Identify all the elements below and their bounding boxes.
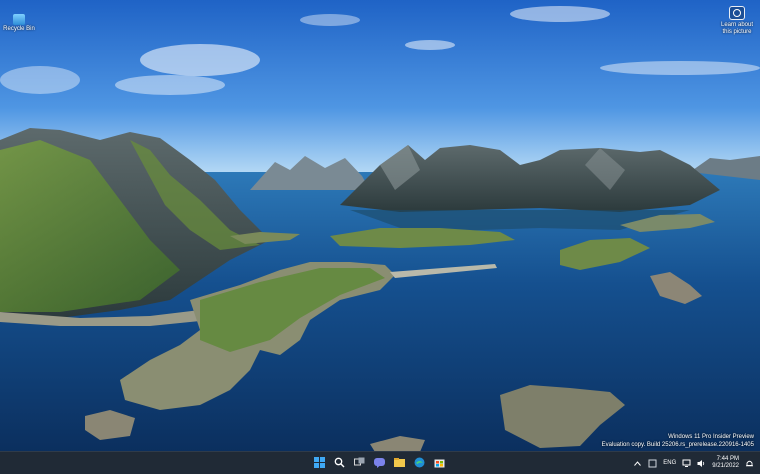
network-icon <box>682 459 691 467</box>
store-button[interactable] <box>432 455 446 469</box>
tray-overflow-button[interactable] <box>633 459 642 468</box>
edge-button[interactable] <box>412 455 426 469</box>
learn-about-picture-widget[interactable]: Learn about this picture <box>718 6 756 36</box>
notifications-button[interactable] <box>745 459 754 468</box>
taskbar: ENG 7:44 PM 9/21/2022 <box>0 451 760 474</box>
microsoft-store-icon <box>434 459 444 467</box>
learn-widget-line2: this picture <box>722 29 752 35</box>
chat-button[interactable] <box>372 455 386 469</box>
edge-browser-icon <box>414 457 424 467</box>
search-icon <box>334 457 344 467</box>
learn-widget-line1: Learn about <box>720 22 754 28</box>
clock[interactable]: 7:44 PM 9/21/2022 <box>712 456 739 470</box>
tray-app-button[interactable] <box>648 459 657 468</box>
search-button[interactable] <box>332 455 346 469</box>
network-button[interactable] <box>682 459 691 468</box>
clock-date: 9/21/2022 <box>712 463 739 469</box>
evaluation-watermark: Windows 11 Pro Insider Preview Evaluatio… <box>602 433 754 449</box>
desktop: Recycle Bin Learn about this picture Win… <box>0 0 760 474</box>
desktop-icon-label: Recycle Bin <box>3 26 35 32</box>
wallpaper-image <box>0 0 760 452</box>
watermark-line1: Windows 11 Pro Insider Preview <box>668 434 754 440</box>
windows-start-icon <box>313 456 325 468</box>
file-explorer-icon <box>393 457 405 467</box>
speaker-icon <box>697 459 705 467</box>
teams-chat-icon <box>373 457 385 468</box>
taskbar-apps <box>312 455 446 471</box>
desktop-icon-recycle-bin[interactable]: Recycle Bin <box>2 14 36 32</box>
watermark-line2: Evaluation copy. Build 25206.rs_prerelea… <box>601 442 754 448</box>
notification-bell-icon <box>746 460 753 466</box>
clock-time: 7:44 PM <box>716 456 739 462</box>
volume-button[interactable] <box>697 459 706 468</box>
file-explorer-button[interactable] <box>392 455 406 469</box>
recycle-bin-icon <box>13 14 25 25</box>
chevron-up-icon <box>634 460 642 466</box>
tray-app-icon <box>648 459 657 467</box>
task-view-button[interactable] <box>352 455 366 469</box>
task-view-icon <box>353 457 364 465</box>
language-indicator[interactable]: ENG <box>663 460 676 466</box>
system-tray: ENG 7:44 PM 9/21/2022 <box>633 454 754 472</box>
camera-icon <box>729 6 745 20</box>
start-button[interactable] <box>312 455 326 469</box>
